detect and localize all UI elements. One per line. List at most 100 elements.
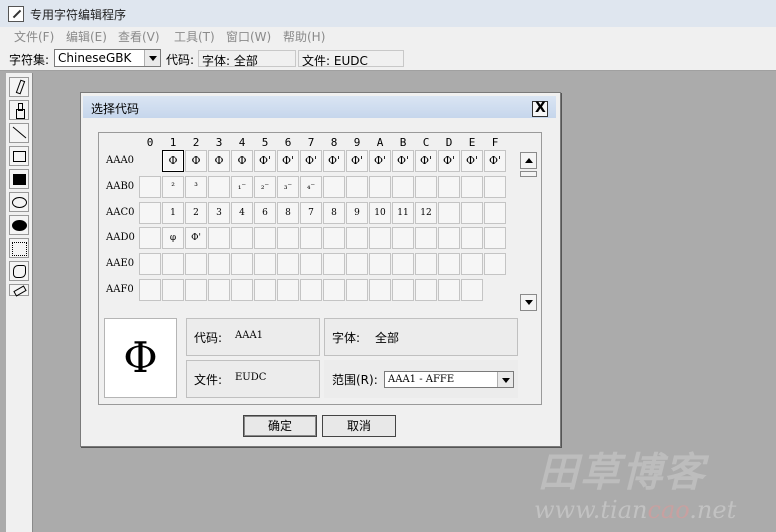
code-cell[interactable]: [254, 253, 276, 275]
code-cell[interactable]: [392, 227, 414, 249]
code-cell[interactable]: [415, 176, 437, 198]
code-cell[interactable]: [369, 227, 391, 249]
code-cell[interactable]: [185, 253, 207, 275]
code-cell[interactable]: [346, 227, 368, 249]
code-cell[interactable]: 1: [162, 202, 184, 224]
select-free-icon[interactable]: [9, 261, 29, 281]
code-cell[interactable]: ₄⁻: [300, 176, 322, 198]
code-cell[interactable]: [300, 253, 322, 275]
code-cell[interactable]: [208, 176, 230, 198]
code-cell[interactable]: [254, 227, 276, 249]
code-cell[interactable]: [231, 253, 253, 275]
code-cell[interactable]: [438, 176, 460, 198]
code-cell[interactable]: Φ': [185, 227, 207, 249]
menu-help[interactable]: 帮助(H): [283, 28, 325, 45]
code-cell[interactable]: [323, 176, 345, 198]
code-cell[interactable]: ₃⁻: [277, 176, 299, 198]
code-cell[interactable]: [415, 279, 437, 301]
close-button[interactable]: X: [532, 100, 548, 117]
ellipse-hollow-icon[interactable]: [9, 192, 29, 212]
code-cell[interactable]: [392, 253, 414, 275]
code-cell[interactable]: [461, 253, 483, 275]
code-cell[interactable]: [438, 279, 460, 301]
code-cell[interactable]: [139, 202, 161, 224]
code-cell[interactable]: 2: [185, 202, 207, 224]
code-cell[interactable]: Φ': [369, 150, 391, 172]
code-cell[interactable]: Φ: [185, 150, 207, 172]
code-cell[interactable]: [300, 279, 322, 301]
code-cell[interactable]: [162, 253, 184, 275]
code-cell[interactable]: Φ': [300, 150, 322, 172]
code-cell[interactable]: ₂⁻: [254, 176, 276, 198]
code-cell[interactable]: [162, 279, 184, 301]
code-cell[interactable]: Φ': [415, 150, 437, 172]
scroll-up-button[interactable]: [520, 152, 537, 169]
code-cell[interactable]: [415, 253, 437, 275]
menu-file[interactable]: 文件(F): [14, 28, 54, 45]
ok-button[interactable]: 确定: [243, 415, 317, 437]
code-cell[interactable]: [323, 227, 345, 249]
range-select[interactable]: AAA1 - AFFE: [384, 371, 514, 388]
code-cell[interactable]: [139, 176, 161, 198]
code-cell[interactable]: Φ: [208, 150, 230, 172]
code-cell[interactable]: φ: [162, 227, 184, 249]
code-cell[interactable]: Φ': [323, 150, 345, 172]
code-cell[interactable]: [277, 227, 299, 249]
code-cell[interactable]: [438, 253, 460, 275]
code-cell[interactable]: Φ': [461, 150, 483, 172]
code-cell[interactable]: [369, 279, 391, 301]
code-cell[interactable]: 7: [300, 202, 322, 224]
code-cell[interactable]: ³: [185, 176, 207, 198]
scroll-thumb[interactable]: [520, 171, 537, 177]
code-cell[interactable]: ²: [162, 176, 184, 198]
scroll-down-button[interactable]: [520, 294, 537, 311]
code-cell[interactable]: ₁⁻: [231, 176, 253, 198]
charset-select[interactable]: ChineseGBK: [54, 49, 161, 67]
code-cell[interactable]: 11: [392, 202, 414, 224]
chevron-down-icon[interactable]: [144, 50, 160, 66]
code-cell[interactable]: [484, 202, 506, 224]
brush-icon[interactable]: [9, 100, 29, 120]
code-cell[interactable]: Φ': [438, 150, 460, 172]
code-cell[interactable]: Φ': [346, 150, 368, 172]
code-cell[interactable]: Φ': [254, 150, 276, 172]
menu-tools[interactable]: 工具(T): [174, 28, 215, 45]
chevron-down-icon[interactable]: [497, 372, 513, 387]
code-cell[interactable]: [369, 176, 391, 198]
code-cell[interactable]: [346, 253, 368, 275]
code-cell[interactable]: Φ: [231, 150, 253, 172]
code-cell[interactable]: Φ': [484, 150, 506, 172]
code-cell[interactable]: [323, 253, 345, 275]
code-cell[interactable]: [139, 253, 161, 275]
rect-filled-icon[interactable]: [9, 169, 29, 189]
code-cell[interactable]: 3: [208, 202, 230, 224]
menu-edit[interactable]: 编辑(E): [66, 28, 107, 45]
code-cell[interactable]: [461, 227, 483, 249]
code-cell[interactable]: 6: [254, 202, 276, 224]
code-cell[interactable]: 8: [323, 202, 345, 224]
code-cell[interactable]: [208, 279, 230, 301]
rect-hollow-icon[interactable]: [9, 146, 29, 166]
code-cell[interactable]: [300, 227, 322, 249]
code-cell[interactable]: 10: [369, 202, 391, 224]
code-cell[interactable]: [323, 279, 345, 301]
code-cell[interactable]: [208, 253, 230, 275]
eraser-icon[interactable]: [9, 284, 29, 297]
code-cell[interactable]: [461, 279, 483, 301]
code-cell[interactable]: [438, 202, 460, 224]
code-cell[interactable]: [415, 227, 437, 249]
code-cell[interactable]: 9: [346, 202, 368, 224]
cancel-button[interactable]: 取消: [322, 415, 396, 437]
code-cell[interactable]: 8: [277, 202, 299, 224]
line-icon[interactable]: [9, 123, 29, 143]
code-cell[interactable]: [139, 227, 161, 249]
code-cell[interactable]: [392, 176, 414, 198]
code-cell[interactable]: [392, 279, 414, 301]
menu-view[interactable]: 查看(V): [118, 28, 160, 45]
code-cell[interactable]: [231, 227, 253, 249]
menu-window[interactable]: 窗口(W): [226, 28, 271, 45]
code-cell[interactable]: [231, 279, 253, 301]
code-cell[interactable]: [277, 253, 299, 275]
code-cell[interactable]: 4: [231, 202, 253, 224]
code-cell[interactable]: Φ: [162, 150, 184, 172]
